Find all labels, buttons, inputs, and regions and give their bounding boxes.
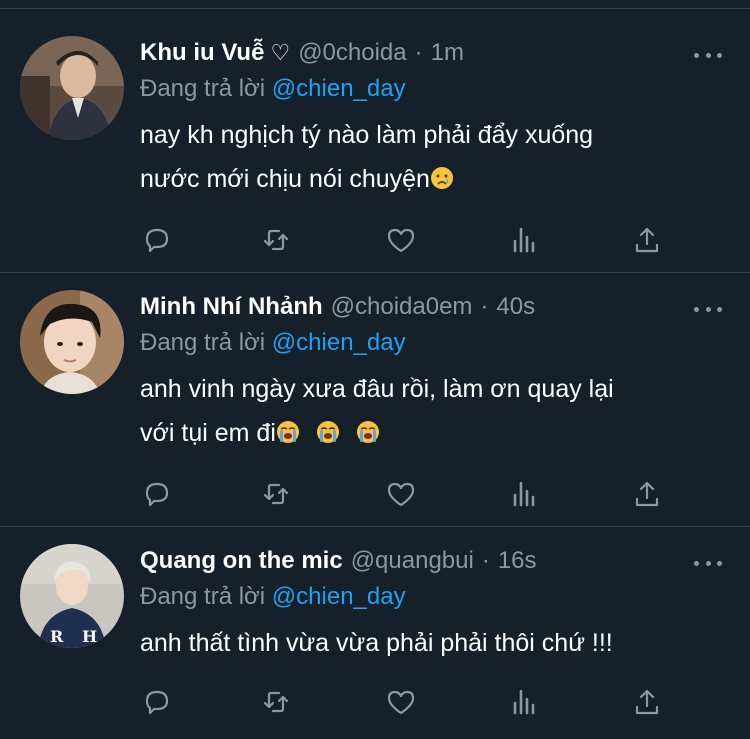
more-options-icon[interactable]: [694, 45, 722, 65]
loudly-crying-face-emoji: [276, 421, 299, 443]
share-icon[interactable]: [632, 687, 662, 717]
tweet-text-line: anh thất tình vừa vừa phải phải thôi chứ…: [140, 629, 613, 657]
tweet-header: Minh Nhí Nhảnh @choida0em · 40s: [140, 293, 535, 327]
svg-text:R: R: [50, 627, 64, 646]
tweet-actions: [140, 479, 680, 509]
loudly-crying-face-emoji: [316, 421, 339, 443]
share-icon[interactable]: [632, 479, 662, 509]
separator-dot: ·: [480, 293, 489, 320]
replying-to: Đang trả lời @chien_day: [140, 583, 406, 611]
tweet-text: nay kh nghịch tý nào làm phải đẩy xuống …: [140, 113, 720, 201]
retweet-icon[interactable]: [261, 225, 291, 255]
tweet-text: anh vinh ngày xưa đâu rồi, làm ơn quay l…: [140, 367, 720, 455]
tweet-reply[interactable]: R H Quang on the mic @quangbui · 16s Đan…: [0, 527, 750, 739]
username[interactable]: @quangbui: [351, 547, 474, 575]
tweet-text-line: nước mới chịu nói chuyện: [140, 157, 720, 201]
replying-to-label: Đang trả lời: [140, 75, 266, 102]
more-options-icon[interactable]: [694, 553, 722, 573]
tweet-reply[interactable]: Minh Nhí Nhảnh @choida0em · 40s Đang trả…: [0, 273, 750, 527]
timestamp[interactable]: 1m: [431, 39, 464, 67]
svg-text:H: H: [82, 627, 97, 646]
crying-face-emoji: [430, 167, 453, 189]
tweet-actions: [140, 687, 680, 717]
username[interactable]: @choida0em: [331, 293, 473, 321]
timestamp[interactable]: 16s: [498, 547, 537, 575]
replying-to-label: Đang trả lời: [140, 583, 266, 610]
tweet-text: anh thất tình vừa vừa phải phải thôi chứ…: [140, 621, 720, 665]
replying-to: Đang trả lời @chien_day: [140, 75, 406, 103]
avatar[interactable]: R H: [20, 544, 124, 648]
like-icon[interactable]: [386, 225, 416, 255]
replying-to: Đang trả lời @chien_day: [140, 329, 406, 357]
reply-icon[interactable]: [142, 479, 172, 509]
tweet-header: Quang on the mic @quangbui · 16s: [140, 547, 537, 581]
username[interactable]: @0choida: [298, 39, 406, 67]
timestamp[interactable]: 40s: [496, 293, 535, 321]
share-icon[interactable]: [632, 225, 662, 255]
avatar[interactable]: [20, 36, 124, 140]
analytics-icon[interactable]: [509, 225, 539, 255]
retweet-icon[interactable]: [261, 479, 291, 509]
avatar[interactable]: [20, 290, 124, 394]
mention-link[interactable]: @chien_day: [272, 329, 406, 356]
display-name[interactable]: Minh Nhí Nhảnh: [140, 293, 323, 321]
replying-to-label: Đang trả lời: [140, 329, 266, 356]
display-name[interactable]: Quang on the mic: [140, 547, 343, 575]
tweet-text-line: anh vinh ngày xưa đâu rồi, làm ơn quay l…: [140, 375, 614, 403]
tweet-text-line: nay kh nghịch tý nào làm phải đẩy xuống: [140, 121, 594, 149]
retweet-icon[interactable]: [261, 687, 291, 717]
tweet-reply[interactable]: Khu iu Vuễ ♡ @0choida · 1m Đang trả lời …: [0, 9, 750, 273]
separator-dot: ·: [481, 547, 490, 574]
mention-link[interactable]: @chien_day: [272, 583, 406, 610]
analytics-icon[interactable]: [509, 479, 539, 509]
reply-icon[interactable]: [142, 225, 172, 255]
mention-link[interactable]: @chien_day: [272, 75, 406, 102]
tweet-text-line: với tụi em đi: [140, 411, 720, 455]
tweet-actions: [140, 225, 680, 255]
like-icon[interactable]: [386, 479, 416, 509]
reply-icon[interactable]: [142, 687, 172, 717]
tweet-header: Khu iu Vuễ ♡ @0choida · 1m: [140, 39, 464, 73]
loudly-crying-face-emoji: [356, 421, 379, 443]
analytics-icon[interactable]: [509, 687, 539, 717]
name-heart-symbol: ♡: [270, 40, 291, 65]
separator-dot: ·: [414, 39, 423, 66]
like-icon[interactable]: [386, 687, 416, 717]
more-options-icon[interactable]: [694, 299, 722, 319]
display-name[interactable]: Khu iu Vuễ: [140, 39, 264, 67]
